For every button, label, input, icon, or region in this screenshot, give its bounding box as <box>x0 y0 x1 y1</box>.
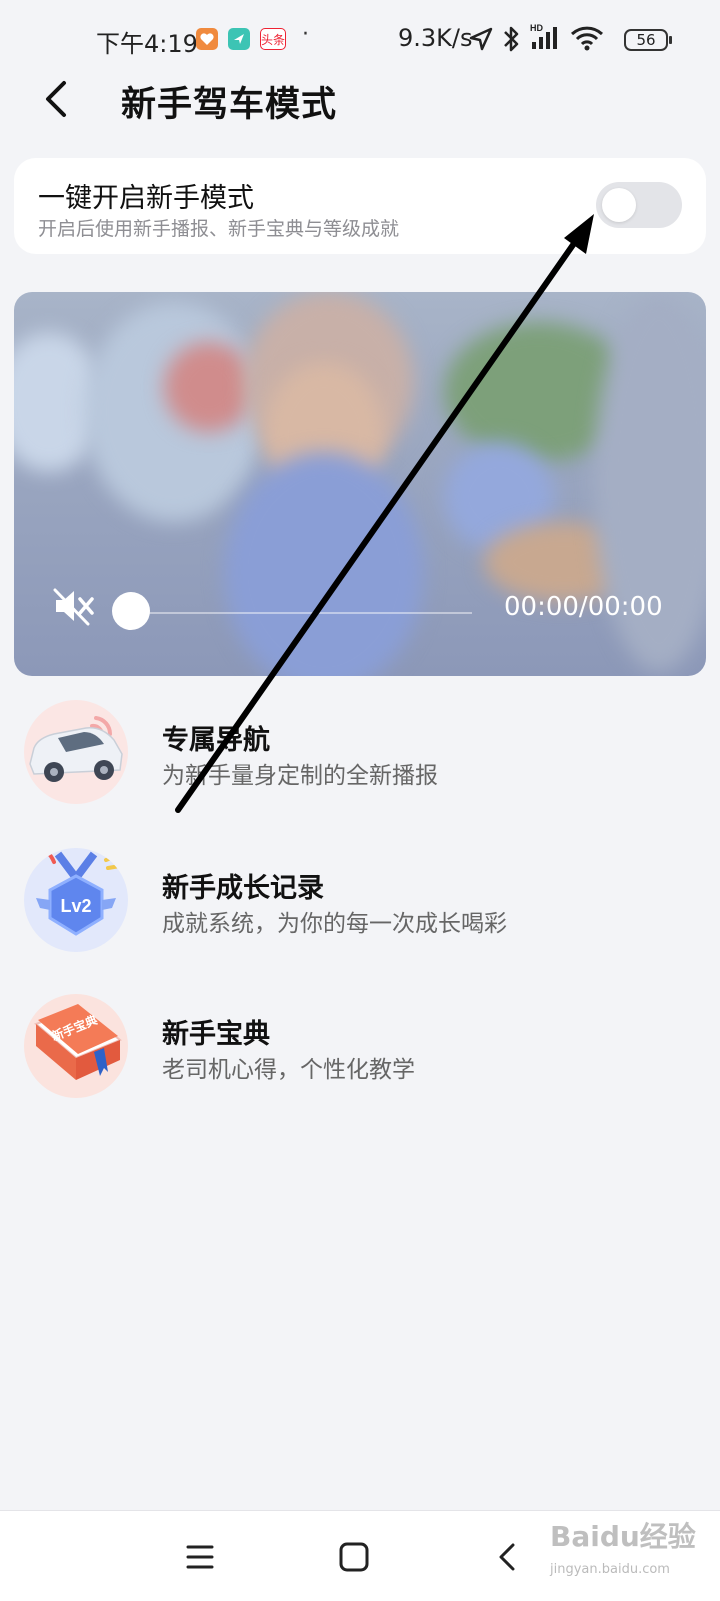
novice-mode-switch[interactable] <box>596 182 682 228</box>
novice-mode-subtitle: 开启后使用新手播报、新手宝典与等级成就 <box>38 218 400 240</box>
lv2-medal-icon: Lv2 <box>24 848 128 952</box>
back-button[interactable] <box>38 78 78 122</box>
video-time: 00:00/00:00 <box>504 592 663 622</box>
progress-track[interactable] <box>128 612 472 614</box>
nav-back-button[interactable] <box>488 1537 528 1577</box>
menu-button[interactable] <box>180 1537 220 1577</box>
battery-tip <box>669 36 672 44</box>
status-bar: 下午4:19 头条 · 9.3K/s HD 56 <box>0 0 720 80</box>
list-item-handbook[interactable]: 新手宝典 新手宝典 老司机心得，个性化教学 <box>0 994 720 1104</box>
toutiao-app-icon: 头条 <box>260 28 286 50</box>
battery-icon: 56 <box>624 29 668 51</box>
watermark-url: jingyan.baidu.com <box>550 1562 670 1577</box>
novice-mode-title: 一键开启新手模式 <box>38 183 254 214</box>
hd-badge: HD <box>530 23 543 33</box>
network-speed: 9.3K/s <box>398 24 473 52</box>
list-item-growth-record[interactable]: Lv2 新手成长记录 成就系统，为你的每一次成长喝彩 <box>0 848 720 958</box>
speaker-muted-icon <box>53 588 94 626</box>
medal-badge-text: Lv2 <box>60 896 91 916</box>
car-icon <box>24 700 128 804</box>
notification-dot: · <box>302 22 309 47</box>
wifi-icon <box>570 24 606 56</box>
novice-mode-card: 一键开启新手模式 开启后使用新手播报、新手宝典与等级成就 <box>14 158 706 254</box>
chevron-left-icon <box>46 81 66 117</box>
maps-app-icon <box>228 28 250 50</box>
item-subtitle: 老司机心得，个性化教学 <box>162 1057 415 1083</box>
baidu-watermark: Baidu经验 <box>550 1520 696 1553</box>
home-icon <box>339 1542 369 1572</box>
bluetooth-icon <box>500 24 522 58</box>
progress-handle[interactable] <box>112 592 150 630</box>
book-icon: 新手宝典 <box>24 994 128 1098</box>
item-title: 新手宝典 <box>162 1019 270 1050</box>
item-subtitle: 为新手量身定制的全新播报 <box>162 763 438 789</box>
page-title: 新手驾车模式 <box>121 85 338 125</box>
item-title: 专属导航 <box>162 725 270 756</box>
back-icon <box>499 1543 515 1571</box>
switch-knob <box>602 188 636 222</box>
item-subtitle: 成就系统，为你的每一次成长喝彩 <box>162 911 507 937</box>
signal-icon: HD <box>530 22 564 56</box>
video-blur <box>224 452 424 676</box>
video-blur <box>164 342 254 432</box>
status-time: 下午4:19 <box>96 30 198 58</box>
health-app-icon <box>196 28 218 50</box>
menu-icon <box>186 1545 214 1569</box>
video-player[interactable]: 00:00/00:00 <box>14 292 706 676</box>
item-title: 新手成长记录 <box>162 873 324 904</box>
location-icon <box>468 26 494 56</box>
mute-button[interactable] <box>52 586 96 626</box>
home-button[interactable] <box>334 1537 374 1577</box>
list-item-navigation[interactable]: 专属导航 为新手量身定制的全新播报 <box>0 700 720 810</box>
